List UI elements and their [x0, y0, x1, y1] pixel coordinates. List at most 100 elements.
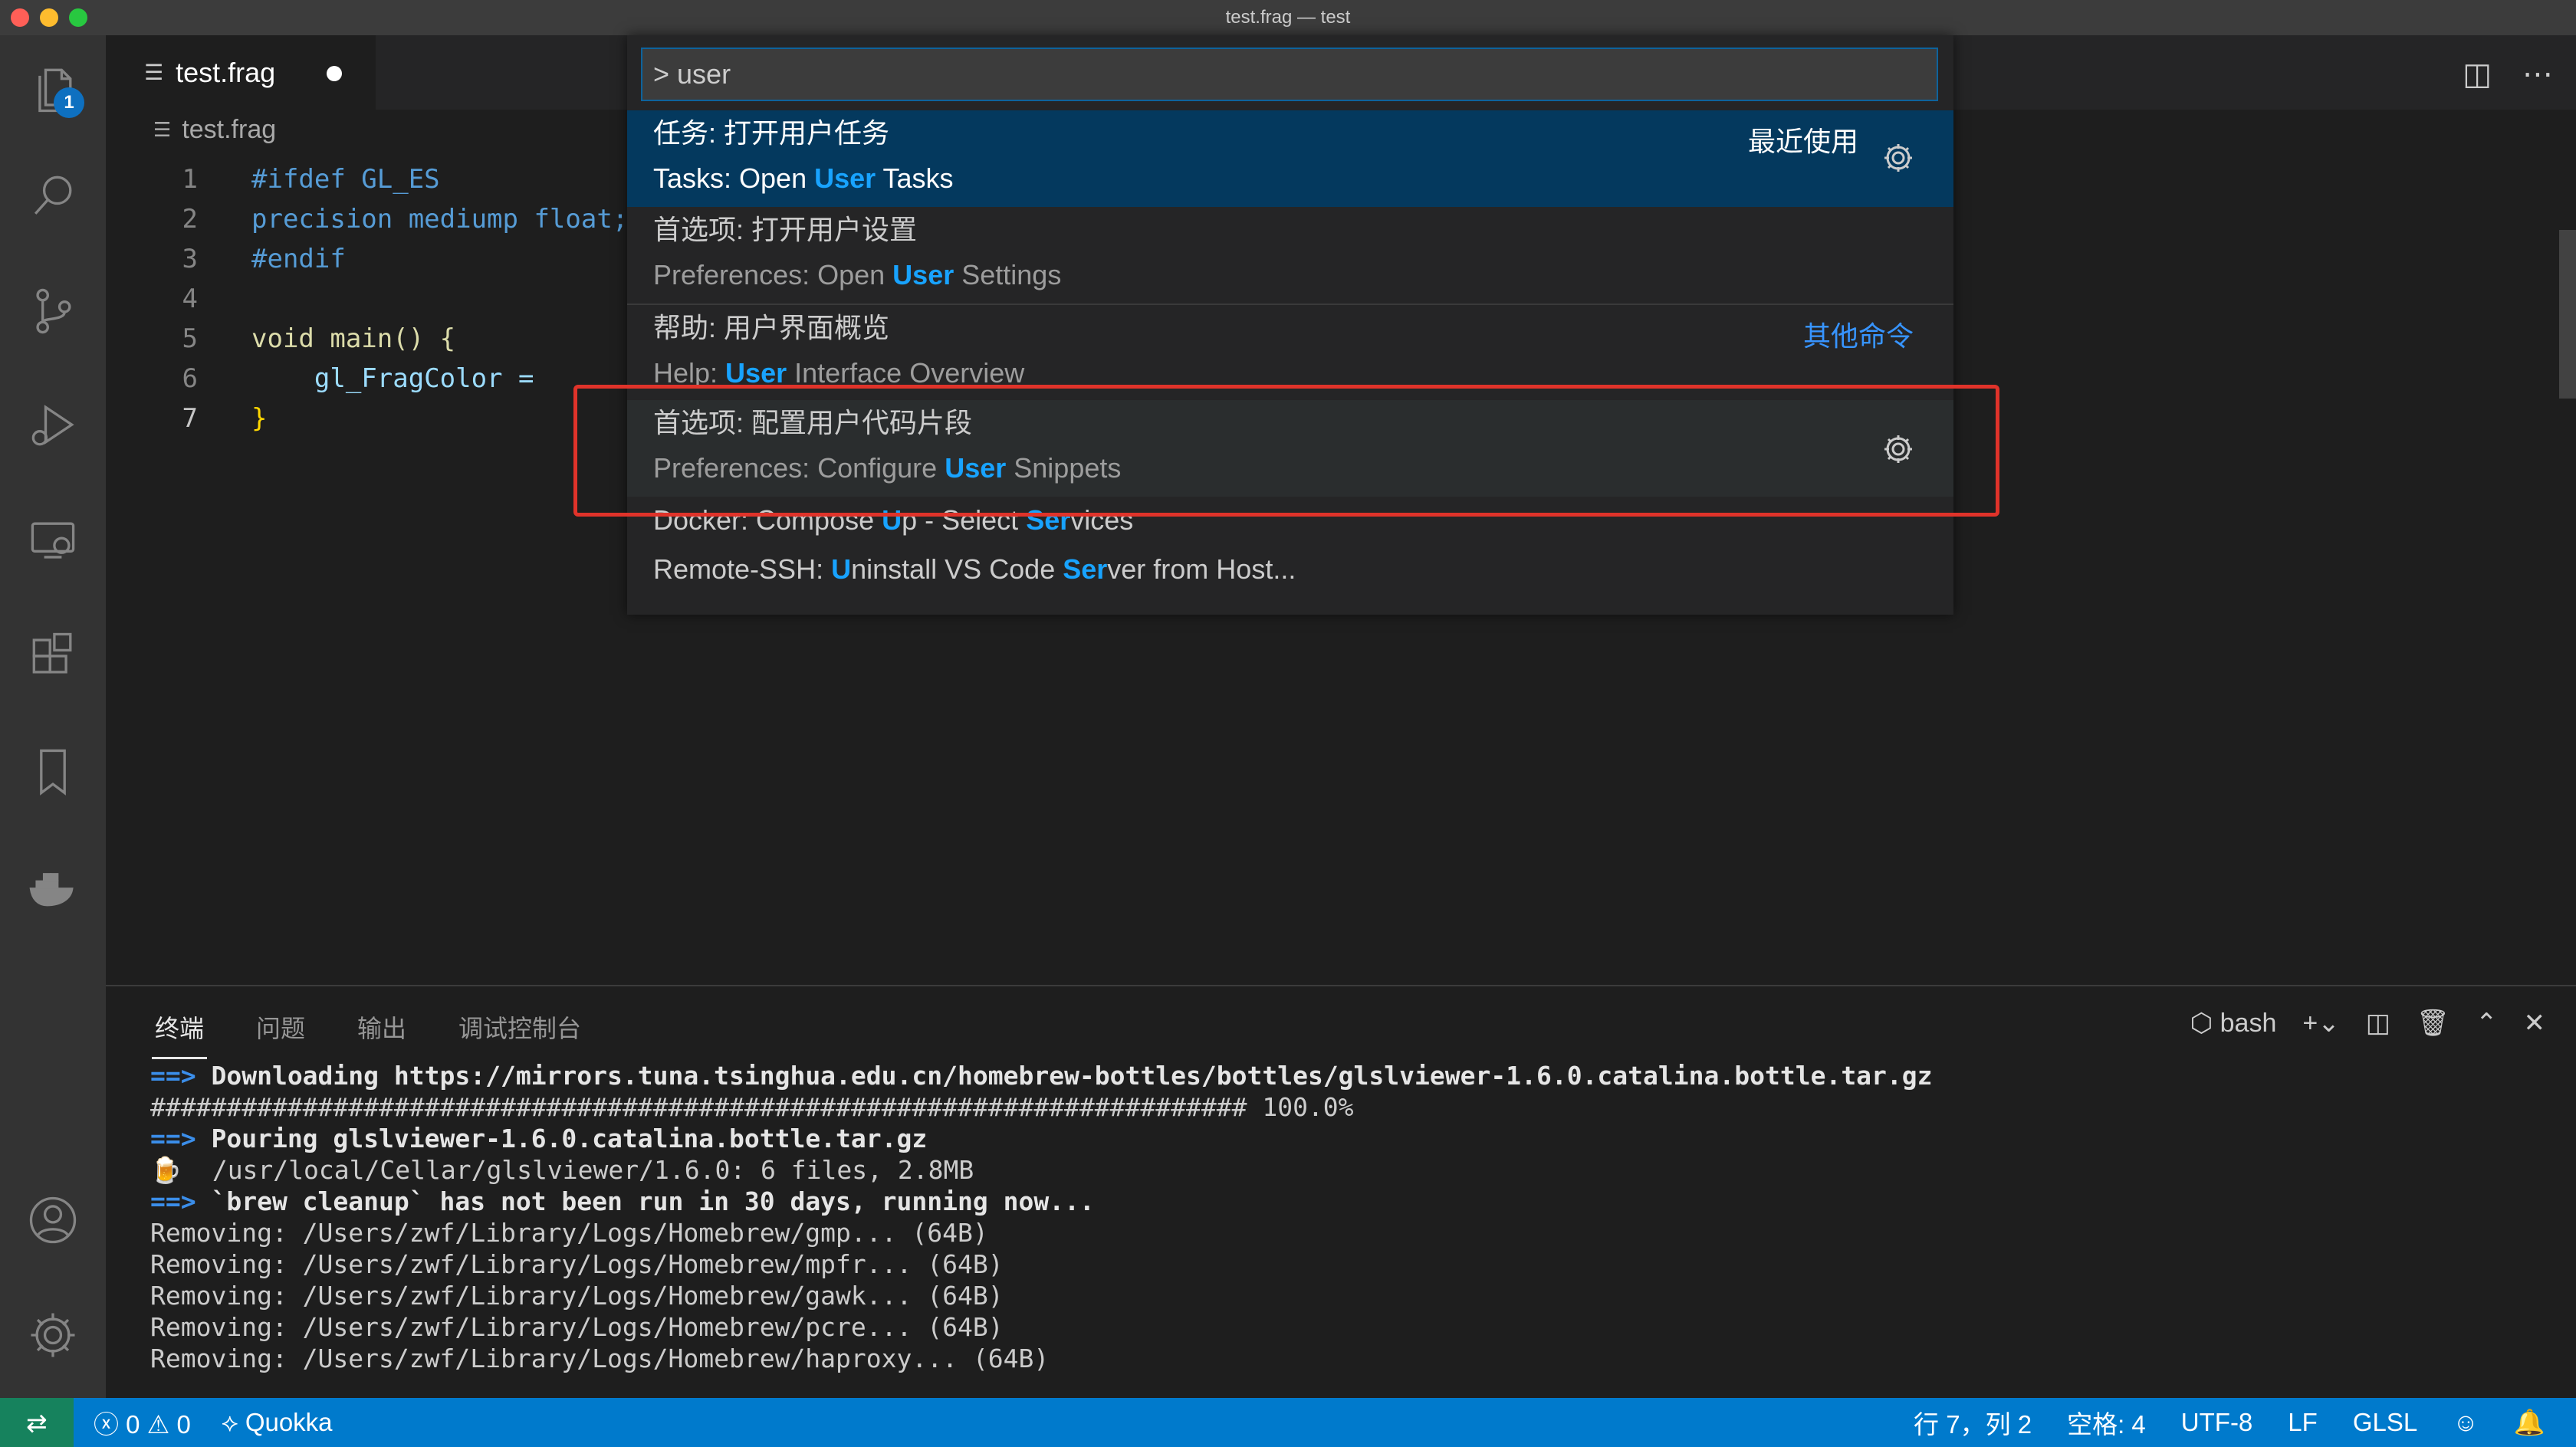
- terminal-output[interactable]: ==> Downloading https://mirrors.tuna.tsi…: [106, 1060, 2576, 1398]
- code-text: #ifdef GL_ES: [251, 164, 440, 195]
- accounts-button[interactable]: [0, 1166, 106, 1274]
- quokka-status[interactable]: ⟡ Quokka: [222, 1408, 333, 1438]
- line-number: 1: [182, 164, 198, 195]
- docker-button[interactable]: [0, 832, 106, 940]
- line-number: 6: [182, 363, 198, 394]
- zoom-window-button[interactable]: [69, 8, 87, 27]
- cursor-position[interactable]: 行 7，列 2: [1914, 1404, 2032, 1441]
- active-tab-indicator: [152, 1057, 207, 1059]
- language-mode[interactable]: GLSL: [2353, 1408, 2417, 1437]
- split-editor-icon[interactable]: ◫: [2463, 57, 2492, 92]
- notifications-icon[interactable]: 🔔: [2514, 1408, 2545, 1438]
- gear-icon: [31, 1313, 75, 1357]
- tab-output[interactable]: 输出: [357, 1009, 406, 1045]
- remote-explorer-button[interactable]: [0, 487, 106, 595]
- breadcrumb-file[interactable]: test.frag: [182, 115, 276, 145]
- tab-terminal[interactable]: 终端: [155, 1009, 204, 1045]
- terminal-line: ########################################…: [150, 1092, 1354, 1122]
- activity-bar: 1: [0, 35, 106, 1398]
- trash-icon[interactable]: 🗑: [2417, 1008, 2450, 1038]
- command-palette: > user 任务: 打开用户任务 Tasks: Open User Tasks…: [627, 35, 1953, 615]
- remote-explorer-icon: [31, 522, 75, 559]
- maximize-panel-icon[interactable]: ⌃: [2476, 1008, 2498, 1038]
- tab-test-frag[interactable]: ☰ test.frag: [106, 35, 376, 110]
- lines-icon: ☰: [144, 61, 164, 84]
- other-commands-label: 其他命令: [1802, 320, 1914, 352]
- palette-item-title: 帮助: 用户界面概览: [653, 312, 890, 343]
- code-text: #endif: [251, 244, 346, 274]
- panel-header: 终端 问题 输出 调试控制台 ⬡ bash +⌄ ◫ 🗑 ⌃ ✕: [106, 986, 2576, 1060]
- palette-item-remote-ssh[interactable]: Remote-SSH: Uninstall VS Code Server fro…: [653, 553, 1296, 586]
- line-number: 7: [182, 403, 198, 434]
- terminal-line: Removing: /Users/zwf/Library/Logs/Homebr…: [150, 1281, 1004, 1311]
- status-bar: ⇄ ⓧ 0 ⚠ 0 ⟡ Quokka 行 7，列 2 空格: 4 UTF-8 L…: [0, 1398, 2576, 1447]
- more-actions-icon[interactable]: ⋯: [2522, 57, 2553, 92]
- remote-indicator[interactable]: ⇄: [0, 1398, 74, 1447]
- terminal-icon: ⬡: [2190, 1009, 2220, 1038]
- run-debug-icon: [31, 405, 74, 446]
- line-number: 4: [182, 284, 198, 314]
- feedback-icon[interactable]: ☺: [2453, 1408, 2479, 1437]
- account-icon: [29, 1196, 77, 1244]
- tab-problems[interactable]: 问题: [256, 1009, 305, 1045]
- lines-icon: ☰: [153, 118, 172, 141]
- configure-keybinding-gear-icon[interactable]: [1881, 141, 1915, 175]
- explorer-button[interactable]: 1: [0, 35, 106, 143]
- palette-item[interactable]: 任务: 打开用户任务 Tasks: Open User Tasks 最近使用: [627, 110, 1953, 207]
- run-debug-button[interactable]: [0, 372, 106, 480]
- manage-button[interactable]: [0, 1281, 106, 1389]
- terminal-line: 🍺 /usr/local/Cellar/glslviewer/1.6.0: 6 …: [150, 1155, 974, 1185]
- recently-used-label: 最近使用: [1747, 126, 1858, 157]
- status-right: 行 7，列 2 空格: 4 UTF-8 LF GLSL ☺ 🔔: [1914, 1398, 2545, 1447]
- editor-scrollbar[interactable]: [2559, 230, 2576, 399]
- search-button[interactable]: [0, 143, 106, 250]
- terminal-line: Removing: /Users/zwf/Library/Logs/Homebr…: [150, 1218, 988, 1248]
- minimize-window-button[interactable]: [40, 8, 58, 27]
- docker-icon: [29, 873, 74, 907]
- window-title: test.frag — test: [1225, 7, 1351, 28]
- unsaved-dot-icon[interactable]: [327, 66, 342, 81]
- close-panel-icon[interactable]: ✕: [2524, 1008, 2546, 1038]
- terminal-line: Removing: /Users/zwf/Library/Logs/Homebr…: [150, 1344, 1050, 1373]
- title-bar: test.frag — test: [0, 0, 2576, 35]
- extensions-button[interactable]: [0, 602, 106, 710]
- quokka-icon: ⟡: [221, 1407, 245, 1436]
- code-text: precision mediump float;: [251, 204, 629, 235]
- breadcrumb: ☰ test.frag: [153, 115, 276, 145]
- extensions-icon: [32, 632, 72, 674]
- split-terminal-icon[interactable]: ◫: [2366, 1008, 2390, 1038]
- end-of-line[interactable]: LF: [2288, 1408, 2318, 1437]
- command-input[interactable]: > user: [641, 48, 1938, 101]
- code-text: gl_FragColor =: [251, 363, 550, 394]
- code-text: }: [251, 403, 268, 434]
- bookmarks-button[interactable]: [0, 717, 106, 825]
- terminal-line: Removing: /Users/zwf/Library/Logs/Homebr…: [150, 1249, 1004, 1279]
- status-left: ⓧ 0 ⚠ 0 ⟡ Quokka: [94, 1404, 333, 1441]
- warning-icon: ⚠: [146, 1410, 170, 1439]
- window-controls: [11, 8, 87, 27]
- terminal-shell-select[interactable]: ⬡ bash: [2190, 1008, 2276, 1038]
- search-icon: [34, 176, 72, 215]
- palette-item-title: 首选项: 打开用户设置: [653, 214, 918, 245]
- panel-actions: ⬡ bash +⌄ ◫ 🗑 ⌃ ✕: [2190, 1008, 2545, 1038]
- terminal-line: ==> Downloading https://mirrors.tuna.tsi…: [150, 1061, 1933, 1091]
- encoding[interactable]: UTF-8: [2181, 1408, 2253, 1437]
- source-control-button[interactable]: [0, 258, 106, 365]
- line-number: 5: [182, 323, 198, 354]
- tab-label: test.frag: [176, 56, 276, 88]
- problems-status[interactable]: ⓧ 0 ⚠ 0: [94, 1404, 191, 1441]
- highlight-annotation-box: [573, 385, 1999, 517]
- tab-debug-console[interactable]: 调试控制台: [458, 1009, 581, 1045]
- palette-item[interactable]: 首选项: 打开用户设置 Preferences: Open User Setti…: [627, 207, 1953, 304]
- explorer-badge: 1: [54, 87, 84, 118]
- new-terminal-icon[interactable]: +⌄: [2302, 1008, 2339, 1038]
- line-number: 3: [182, 244, 198, 274]
- bookmark-icon: [40, 749, 66, 796]
- close-window-button[interactable]: [11, 8, 29, 27]
- indentation[interactable]: 空格: 4: [2067, 1404, 2146, 1441]
- editor-actions: ◫ ⋯: [2463, 57, 2553, 92]
- code-text: void main() {: [251, 323, 456, 354]
- terminal-line: ==> `brew cleanup` has not been run in 3…: [150, 1186, 1095, 1216]
- palette-item-detail: Tasks: Open User Tasks: [653, 162, 954, 194]
- remote-icon: ⇄: [26, 1408, 48, 1437]
